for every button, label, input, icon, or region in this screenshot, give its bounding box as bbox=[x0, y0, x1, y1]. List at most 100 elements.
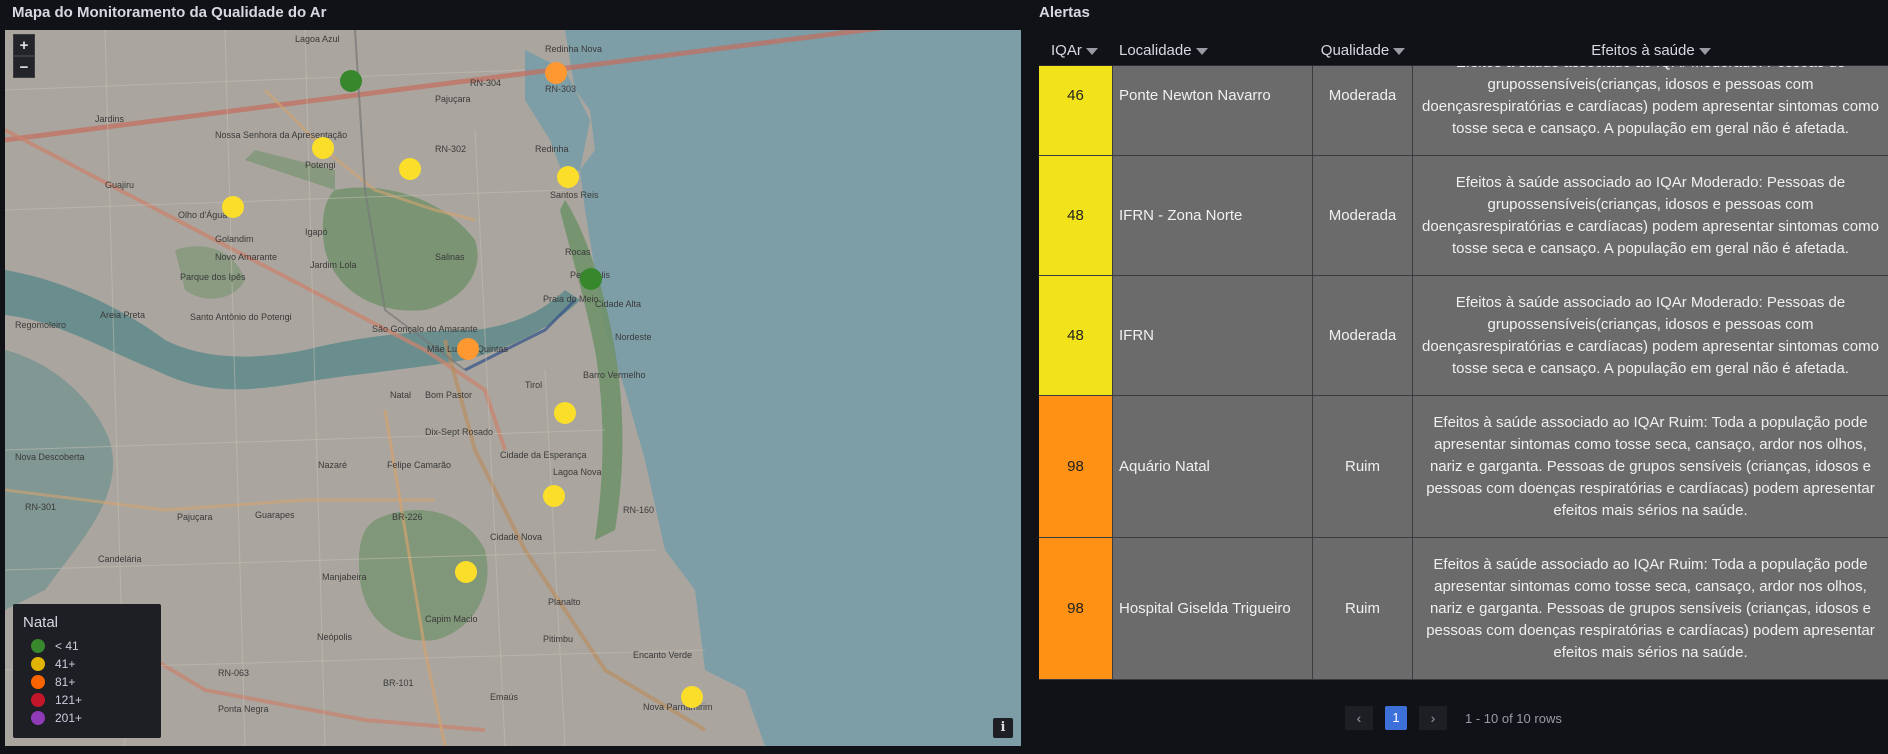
station-marker[interactable] bbox=[340, 70, 362, 92]
next-page-button[interactable]: › bbox=[1419, 706, 1447, 730]
column-header-efeitos[interactable]: Efeitos à saúde bbox=[1413, 42, 1888, 59]
page-1-button[interactable]: 1 bbox=[1385, 706, 1407, 730]
prev-page-button[interactable]: ‹ bbox=[1345, 706, 1373, 730]
map-place-label: Natal bbox=[390, 390, 411, 400]
map-place-label: Encanto Verde bbox=[633, 650, 692, 660]
map-place-label: Cidade da Esperança bbox=[500, 450, 587, 460]
legend-swatch bbox=[31, 657, 45, 671]
map-place-label: Pajuçara bbox=[435, 94, 471, 104]
alerts-panel-title: Alertas bbox=[1039, 4, 1090, 21]
cell-efeitos: Efeitos à saúde associado ao IQAr Modera… bbox=[1413, 276, 1888, 395]
map-place-label: Golandim bbox=[215, 234, 254, 244]
map-place-label: Cidade Nova bbox=[490, 532, 542, 542]
alerts-table: IQAr Localidade Qualidade Efeitos à saúd… bbox=[1039, 36, 1888, 711]
cell-localidade: Ponte Newton Navarro bbox=[1113, 66, 1313, 155]
station-marker[interactable] bbox=[545, 62, 567, 84]
map-place-label: Praia do Meio bbox=[543, 294, 599, 304]
map-place-label: Lagoa Azul bbox=[295, 34, 340, 44]
map-place-label: Manjabeira bbox=[322, 572, 367, 582]
column-header-label: Efeitos à saúde bbox=[1591, 42, 1695, 59]
legend-label: < 41 bbox=[55, 639, 79, 653]
cell-efeitos: Efeitos à saúde associado ao IQAr Ruim: … bbox=[1413, 396, 1888, 537]
legend-item: 121+ bbox=[23, 691, 151, 709]
map-place-label: Regomoleiro bbox=[15, 320, 66, 330]
map-place-label: Pitimbu bbox=[543, 634, 573, 644]
info-icon[interactable]: i bbox=[993, 718, 1013, 738]
station-marker[interactable] bbox=[457, 338, 479, 360]
map-place-label: Nordeste bbox=[615, 332, 652, 342]
station-marker[interactable] bbox=[222, 196, 244, 218]
map-place-label: Dix-Sept Rosado bbox=[425, 427, 493, 437]
legend-swatch bbox=[31, 639, 45, 653]
cell-efeitos: Efeitos à saúde associado ao IQAr Modera… bbox=[1413, 156, 1888, 275]
cell-localidade: IFRN - Zona Norte bbox=[1113, 156, 1313, 275]
map-place-label: Bom Pastor bbox=[425, 390, 472, 400]
station-marker[interactable] bbox=[557, 166, 579, 188]
filter-icon[interactable] bbox=[1698, 48, 1711, 55]
station-marker[interactable] bbox=[399, 158, 421, 180]
map-place-label: Santos Reis bbox=[550, 190, 599, 200]
map-place-label: Candelária bbox=[98, 554, 142, 564]
cell-iqar: 98 bbox=[1039, 396, 1113, 537]
table-header: IQAr Localidade Qualidade Efeitos à saúd… bbox=[1039, 36, 1888, 66]
cell-qualidade: Ruim bbox=[1313, 396, 1413, 537]
map-legend: Natal < 41 41+ 81+ 121+ 201+ bbox=[13, 604, 161, 738]
legend-label: 41+ bbox=[55, 657, 76, 671]
map-place-label: Lagoa Nova bbox=[553, 467, 602, 477]
legend-swatch bbox=[31, 711, 45, 725]
table-row[interactable]: 98 Hospital Giselda Trigueiro Ruim Efeit… bbox=[1039, 538, 1888, 680]
table-row[interactable]: 48 IFRN Moderada Efeitos à saúde associa… bbox=[1039, 276, 1888, 396]
station-marker[interactable] bbox=[455, 561, 477, 583]
map-place-label: Barro Vermelho bbox=[583, 370, 646, 380]
map-place-label: Quintas bbox=[477, 344, 509, 354]
map-place-label: Novo Amarante bbox=[215, 252, 277, 262]
map-place-label: Potengi bbox=[305, 160, 336, 170]
column-header-qualidade[interactable]: Qualidade bbox=[1313, 42, 1413, 59]
map-place-label: Nazaré bbox=[318, 460, 347, 470]
map-place-label: Santo Antônio do Potengi bbox=[190, 312, 292, 322]
station-marker[interactable] bbox=[681, 686, 703, 708]
legend-label: 121+ bbox=[55, 693, 83, 707]
map-place-label: Guajiru bbox=[105, 180, 134, 190]
station-marker[interactable] bbox=[543, 485, 565, 507]
map-place-label: RN-160 bbox=[623, 505, 654, 515]
legend-swatch bbox=[31, 675, 45, 689]
map-place-label: Igapó bbox=[305, 227, 328, 237]
filter-icon[interactable] bbox=[1393, 48, 1406, 55]
map-place-label: RN-304 bbox=[470, 78, 501, 88]
map-place-label: Planalto bbox=[548, 597, 581, 607]
cell-efeitos: Efeitos à saúde associado ao IQAr Modera… bbox=[1413, 66, 1888, 155]
map-place-label: Areia Preta bbox=[100, 310, 145, 320]
cell-qualidade: Moderada bbox=[1313, 156, 1413, 275]
map-place-label: Olho d'Água bbox=[178, 210, 227, 220]
map-place-label: BR-226 bbox=[392, 512, 423, 522]
map-place-label: Felipe Camarão bbox=[387, 460, 451, 470]
legend-item: 41+ bbox=[23, 655, 151, 673]
station-marker[interactable] bbox=[312, 137, 334, 159]
map-place-label: Jardim Lola bbox=[310, 260, 357, 270]
map-place-label: Rocas bbox=[565, 247, 591, 257]
map-place-label: Jardins bbox=[95, 114, 125, 124]
map-place-label: RN-063 bbox=[218, 668, 249, 678]
map-place-label: Tirol bbox=[525, 380, 542, 390]
station-marker[interactable] bbox=[580, 268, 602, 290]
cell-localidade: IFRN bbox=[1113, 276, 1313, 395]
table-row[interactable]: 98 Aquário Natal Ruim Efeitos à saúde as… bbox=[1039, 396, 1888, 538]
map-place-label: Guarapes bbox=[255, 510, 295, 520]
map-panel: Mapa do Monitoramento da Qualidade do Ar bbox=[0, 0, 1030, 754]
cell-iqar: 48 bbox=[1039, 156, 1113, 275]
zoom-in-button[interactable]: + bbox=[13, 34, 35, 56]
zoom-out-button[interactable]: − bbox=[13, 56, 35, 78]
station-marker[interactable] bbox=[554, 402, 576, 424]
cell-qualidade: Ruim bbox=[1313, 538, 1413, 679]
legend-label: 201+ bbox=[55, 711, 83, 725]
table-row[interactable]: 48 IFRN - Zona Norte Moderada Efeitos à … bbox=[1039, 156, 1888, 276]
air-quality-map[interactable]: Lagoa Azul Redinha Nova Pajuçara RN-303 RN-3… bbox=[5, 30, 1021, 746]
column-header-iqar[interactable]: IQAr bbox=[1039, 42, 1113, 59]
filter-icon[interactable] bbox=[1085, 48, 1098, 55]
column-header-label: Qualidade bbox=[1320, 42, 1390, 59]
filter-icon[interactable] bbox=[1195, 48, 1208, 55]
column-header-localidade[interactable]: Localidade bbox=[1113, 42, 1313, 59]
cell-iqar: 46 bbox=[1039, 66, 1113, 155]
table-row[interactable]: 46 Ponte Newton Navarro Moderada Efeitos… bbox=[1039, 66, 1888, 156]
